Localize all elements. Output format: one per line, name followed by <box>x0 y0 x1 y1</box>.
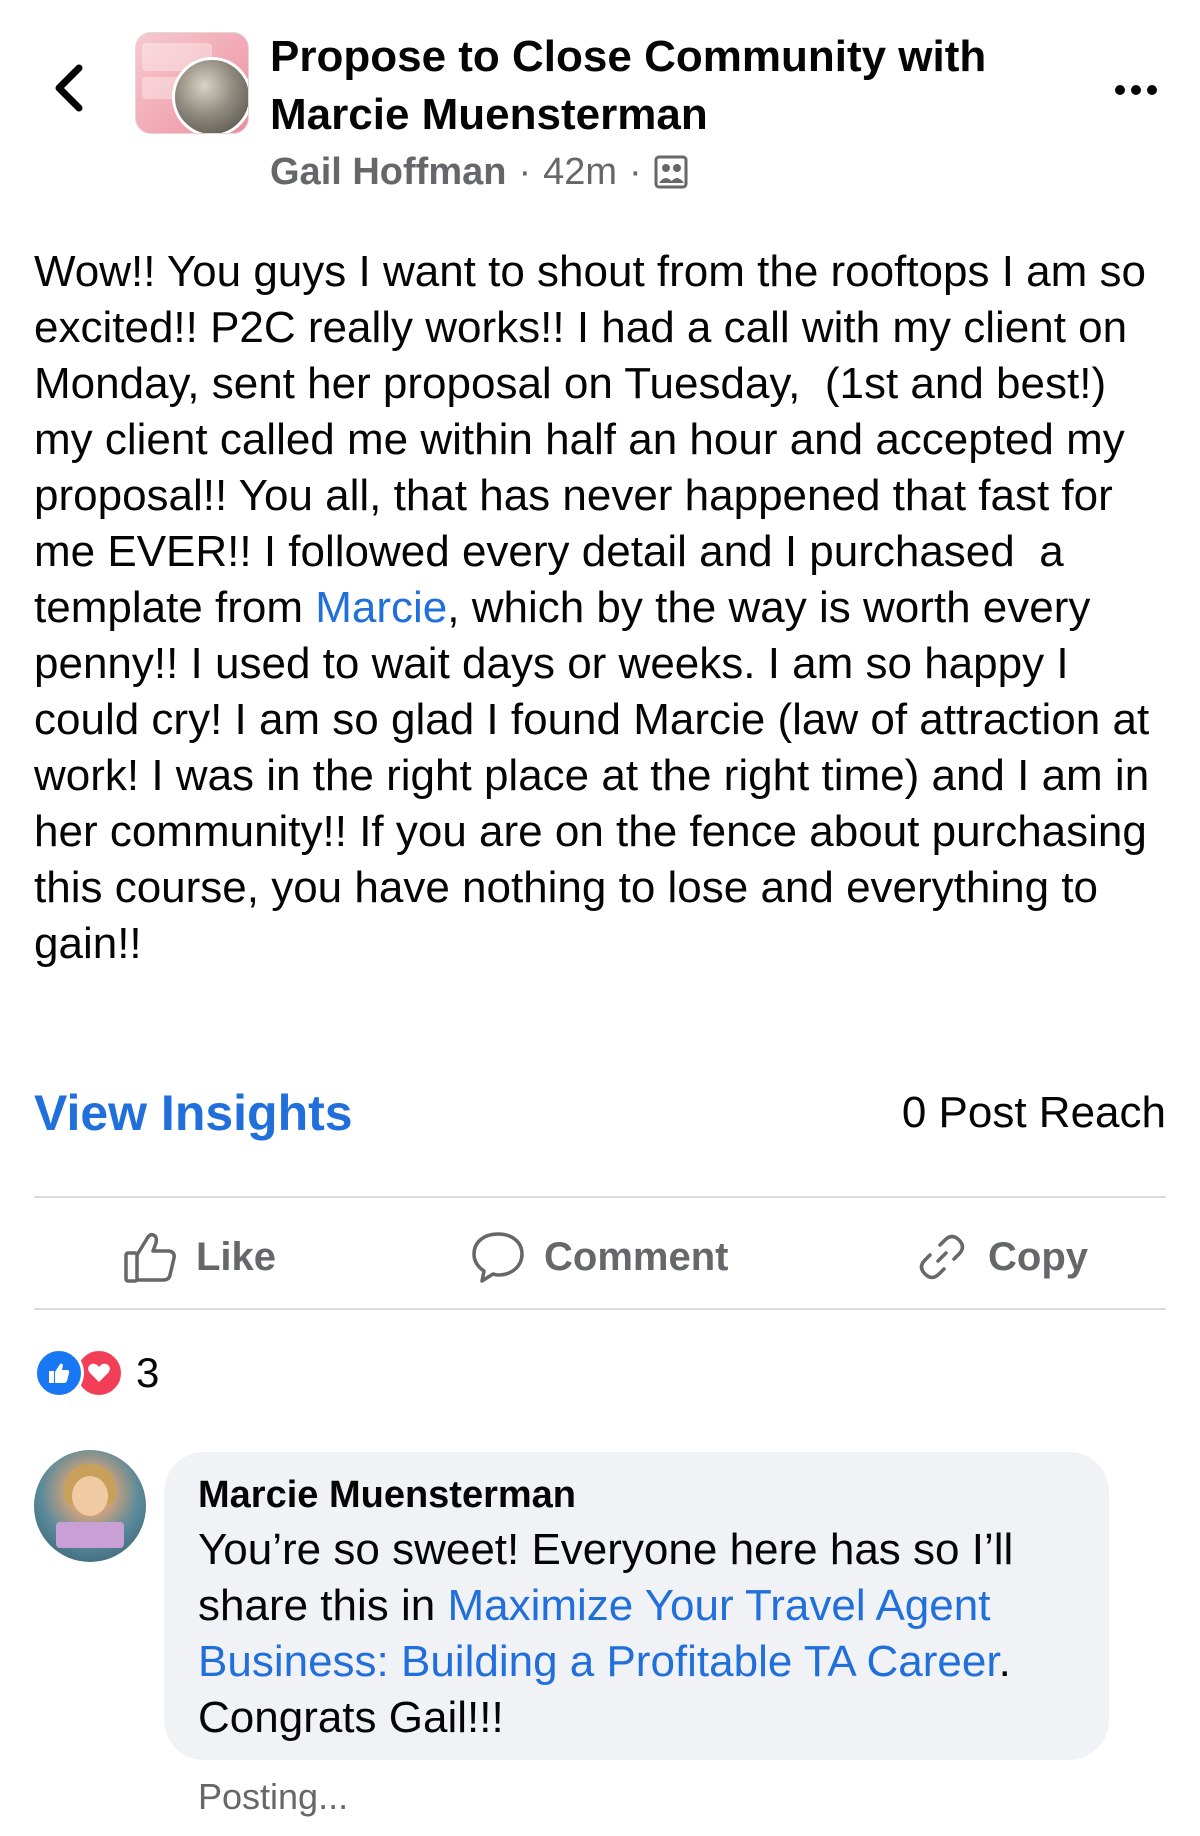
more-dot <box>1131 85 1141 95</box>
link-icon <box>919 1234 965 1280</box>
post-time[interactable]: 42m <box>543 151 617 194</box>
group-title[interactable]: Propose to Close Community with Marcie M… <box>270 28 1090 144</box>
group-members-icon <box>654 155 688 189</box>
divider <box>34 1308 1166 1310</box>
like-label: Like <box>196 1234 277 1279</box>
mention-link[interactable]: Marcie <box>315 583 447 632</box>
comment-author[interactable]: Marcie Muensterman <box>198 1474 576 1517</box>
reaction-count: 3 <box>136 1349 160 1396</box>
more-dot <box>1115 85 1125 95</box>
post-text-part: , which by the way is worth every penny!… <box>34 583 1162 968</box>
group-avatar[interactable] <box>135 32 249 134</box>
copy-button[interactable]: Copy <box>914 1222 1088 1292</box>
speech-bubble-icon <box>472 1232 524 1283</box>
view-insights-link[interactable]: View Insights <box>34 1084 353 1142</box>
comment-label: Comment <box>544 1234 729 1279</box>
avatar-laptop <box>56 1522 124 1548</box>
divider <box>34 1196 1166 1198</box>
like-reaction-icon <box>34 1348 84 1398</box>
reaction-summary[interactable]: 3 <box>34 1348 159 1398</box>
meta-separator: · <box>518 150 532 193</box>
more-dot <box>1147 85 1157 95</box>
group-photo <box>172 57 248 133</box>
posting-status: Posting... <box>198 1776 349 1817</box>
copy-label: Copy <box>988 1234 1088 1279</box>
thumbs-up-icon <box>124 1232 176 1283</box>
post-reach: 0 Post Reach <box>901 1088 1166 1137</box>
more-options-button[interactable] <box>1106 70 1166 110</box>
comment-text: You’re so sweet! Everyone here has so I’… <box>198 1522 1098 1746</box>
post-text-part: Wow!! You guys I want to shout from the … <box>34 247 1159 632</box>
post-text: Wow!! You guys I want to shout from the … <box>34 244 1174 972</box>
comment-button[interactable]: Comment <box>470 1222 728 1292</box>
chevron-left-icon <box>55 64 83 112</box>
back-button[interactable] <box>40 52 96 124</box>
meta-separator: · <box>629 150 642 193</box>
post-meta: Gail Hoffman · 42m · <box>270 148 688 196</box>
avatar-face <box>72 1476 108 1516</box>
post-author[interactable]: Gail Hoffman <box>270 151 506 194</box>
like-button[interactable]: Like <box>122 1222 276 1292</box>
commenter-avatar[interactable] <box>34 1450 146 1562</box>
